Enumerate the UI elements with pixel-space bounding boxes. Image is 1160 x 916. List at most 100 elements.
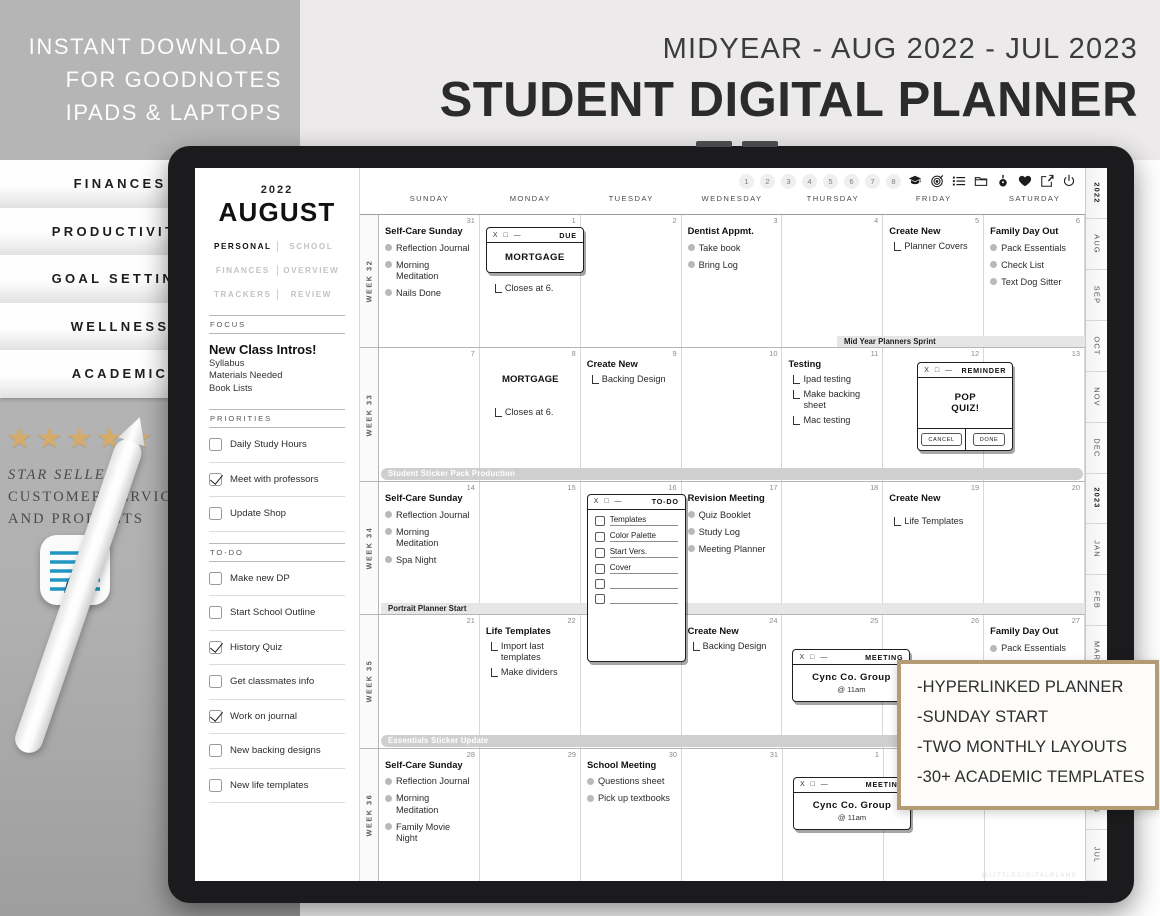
- month-tab-jan[interactable]: JAN: [1086, 524, 1107, 576]
- todo-item[interactable]: Start School Outline: [209, 596, 345, 631]
- todo-item[interactable]: New life templates: [209, 769, 345, 804]
- day-cell[interactable]: 10: [682, 348, 783, 481]
- window-controls[interactable]: X □ —: [594, 498, 624, 505]
- sticky-todo-line[interactable]: Cover: [588, 563, 685, 574]
- month-tab-dec[interactable]: DEC: [1086, 422, 1107, 474]
- todo-item[interactable]: Get classmates info: [209, 665, 345, 700]
- edit-icon[interactable]: [1039, 173, 1055, 189]
- day-cell[interactable]: 1 X □ — MEETING Cync Co. Group @ 11am: [783, 748, 911, 881]
- day-cell[interactable]: 16 X □ — TO-DO Templates Color Palette S…: [581, 481, 686, 662]
- checkbox[interactable]: [594, 547, 605, 558]
- sticky-todo-line[interactable]: Start Vers.: [588, 547, 685, 558]
- sticky-todo-line[interactable]: Color Palette: [588, 531, 685, 542]
- tab-number-2[interactable]: 2: [760, 173, 775, 189]
- month-tab-oct[interactable]: OCT: [1086, 320, 1107, 372]
- nav-overview[interactable]: OVERVIEW: [278, 266, 346, 275]
- month-tab-nov[interactable]: NOV: [1086, 371, 1107, 423]
- day-cell[interactable]: 6 Family Day Out Pack Essentials Check L…: [984, 215, 1086, 348]
- sticky-todo-line[interactable]: Templates: [588, 515, 685, 526]
- day-cell[interactable]: 1 X □ — DUE MORTGAGE Closes at 6.: [480, 215, 584, 348]
- target-icon[interactable]: [929, 173, 945, 189]
- power-icon[interactable]: [1061, 173, 1077, 189]
- sticky-todo-line[interactable]: [588, 593, 685, 604]
- nav-personal[interactable]: PERSONAL: [209, 242, 277, 251]
- day-cell[interactable]: 21: [379, 615, 480, 748]
- priority-item[interactable]: Meet with professors: [209, 463, 345, 498]
- month-tab-sep[interactable]: SEP: [1086, 269, 1107, 321]
- tab-number-6[interactable]: 6: [844, 173, 859, 189]
- day-cell[interactable]: 5 Create New Planner Covers: [883, 215, 985, 348]
- checkbox[interactable]: [209, 571, 222, 585]
- checkbox-checked[interactable]: [209, 709, 222, 723]
- day-cell[interactable]: 24 Create New Backing Design: [682, 615, 783, 748]
- folder-icon[interactable]: [973, 173, 989, 189]
- day-cell[interactable]: 22 Life Templates Import last templates …: [480, 615, 581, 748]
- month-tab-jul[interactable]: JUL: [1086, 829, 1107, 881]
- sticky-note-mortgage-due[interactable]: X □ — DUE MORTGAGE: [485, 227, 584, 273]
- day-cell[interactable]: 4: [782, 215, 884, 348]
- checkbox[interactable]: [594, 563, 605, 574]
- done-button-wrap[interactable]: DONE: [966, 429, 1013, 450]
- priority-item[interactable]: Update Shop: [209, 497, 345, 532]
- day-cell[interactable]: 11 Testing Ipad testing Make backing she…: [782, 348, 884, 481]
- sticky-note-todo[interactable]: X □ — TO-DO Templates Color Palette Star…: [586, 493, 686, 662]
- month-tab-2022[interactable]: 2022: [1086, 168, 1107, 219]
- sticky-note-meeting-2[interactable]: X □ — MEETING Cync Co. Group @ 11am: [793, 776, 911, 830]
- day-cell[interactable]: 9 Create New Backing Design: [581, 348, 682, 481]
- day-cell[interactable]: 15: [480, 481, 581, 615]
- day-cell[interactable]: 29: [480, 748, 581, 881]
- tab-number-4[interactable]: 4: [802, 173, 817, 189]
- day-cell[interactable]: 20: [984, 481, 1086, 615]
- day-cell[interactable]: 25 X □ — MEETING Cync Co. Group @ 11am: [782, 615, 911, 748]
- day-cell[interactable]: 17 Revision Meeting Quiz Booklet Study L…: [682, 481, 783, 615]
- checkbox[interactable]: [209, 675, 222, 689]
- checkbox[interactable]: [594, 515, 605, 526]
- day-cell[interactable]: 14 Self-Care Sunday Reflection Journal M…: [379, 481, 480, 615]
- day-cell[interactable]: 12 X □ — REMINDER POP QUIZ! CANCEL DONE: [883, 348, 1014, 481]
- day-cell[interactable]: 3 Dentist Appmt. Take book Bring Log: [682, 215, 783, 348]
- tab-number-5[interactable]: 5: [823, 173, 838, 189]
- day-cell[interactable]: 28 Self-Care Sunday Reflection Journal M…: [379, 748, 480, 881]
- nav-school[interactable]: SCHOOL: [278, 242, 346, 251]
- cancel-button-wrap[interactable]: CANCEL: [918, 429, 966, 451]
- day-cell[interactable]: 31: [682, 748, 783, 881]
- checkbox[interactable]: [594, 531, 605, 542]
- checkbox[interactable]: [209, 778, 222, 792]
- window-controls[interactable]: X □ —: [799, 654, 829, 661]
- day-cell[interactable]: 30 School Meeting Questions sheet Pick u…: [581, 748, 682, 881]
- month-tab-2023[interactable]: 2023: [1086, 473, 1107, 525]
- done-button[interactable]: DONE: [972, 433, 1006, 447]
- tablet-power-button[interactable]: [742, 141, 778, 147]
- checkbox-checked[interactable]: [209, 640, 222, 654]
- sprint-bar-sticker-pack[interactable]: Student Sticker Pack Production: [381, 467, 1083, 480]
- tab-number-1[interactable]: 1: [739, 173, 754, 189]
- window-controls[interactable]: X □ —: [924, 367, 954, 374]
- todo-item[interactable]: New backing designs: [209, 734, 345, 769]
- tab-number-8[interactable]: 8: [886, 173, 901, 189]
- medal-icon[interactable]: [995, 173, 1011, 189]
- window-controls[interactable]: X □ —: [800, 781, 830, 788]
- day-cell[interactable]: 2: [581, 215, 682, 348]
- sticky-note-meeting-1[interactable]: X □ — MEETING Cync Co. Group @ 11am: [792, 649, 911, 703]
- sprint-bar-portrait-planner[interactable]: Portrait Planner Start: [381, 603, 1085, 615]
- sticky-note-reminder[interactable]: X □ — REMINDER POP QUIZ! CANCEL DONE: [917, 362, 1014, 452]
- tablet-volume-button[interactable]: [696, 141, 732, 147]
- graduation-cap-icon[interactable]: [907, 173, 923, 189]
- checkbox[interactable]: [209, 507, 222, 521]
- todo-item[interactable]: History Quiz: [209, 631, 345, 666]
- checkbox[interactable]: [209, 438, 222, 452]
- sprint-bar-midyear[interactable]: Mid Year Planners Sprint: [837, 336, 1085, 348]
- heart-icon[interactable]: [1017, 173, 1033, 189]
- tab-number-3[interactable]: 3: [781, 173, 796, 189]
- todo-item[interactable]: Make new DP: [209, 562, 345, 597]
- tab-number-7[interactable]: 7: [865, 173, 880, 189]
- nav-trackers[interactable]: TRACKERS: [209, 290, 277, 299]
- nav-finances[interactable]: FINANCES: [209, 266, 277, 275]
- checkbox-checked[interactable]: [209, 472, 222, 486]
- month-tab-feb[interactable]: FEB: [1086, 575, 1107, 627]
- checkbox[interactable]: [594, 578, 605, 589]
- sticky-todo-line[interactable]: [588, 578, 685, 589]
- window-controls[interactable]: X □ —: [493, 232, 523, 239]
- checkbox[interactable]: [209, 744, 222, 758]
- day-cell[interactable]: 19 Create New Life Templates: [883, 481, 985, 615]
